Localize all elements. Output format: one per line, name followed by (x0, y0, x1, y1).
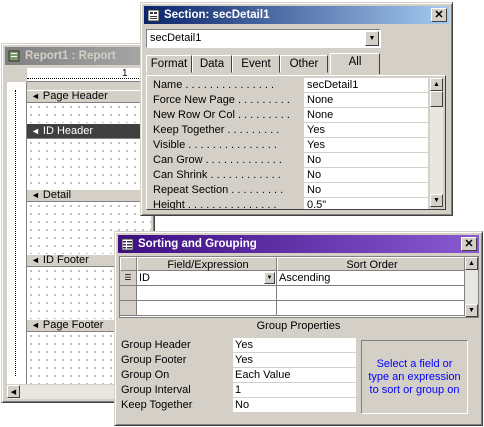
property-rows: Name . . . . . . . . . . . . . . . secDet… (150, 78, 428, 209)
property-value[interactable]: secDetail1 (303, 78, 428, 92)
field-expression-cell[interactable] (137, 286, 277, 301)
sort-group-grid: Field/Expression Sort Order ☰ ID ▼ Ascen… (119, 256, 479, 318)
property-value[interactable]: Yes (303, 123, 428, 137)
report-icon (7, 49, 21, 63)
object-select-dropdown[interactable]: ▼ (365, 31, 379, 46)
object-select-value: secDetail1 (150, 32, 202, 44)
group-prop-value[interactable]: Yes (233, 338, 356, 353)
sort-order-cell[interactable] (277, 286, 465, 301)
object-select[interactable]: secDetail1 ▼ (146, 29, 381, 48)
column-sort-order[interactable]: Sort Order (277, 257, 465, 271)
property-value[interactable]: No (303, 183, 428, 197)
property-row-force-new-page[interactable]: Force New Page . . . . . . . . . None (150, 93, 428, 108)
group-prop-value[interactable]: Each Value (233, 368, 356, 383)
row-selector[interactable] (120, 301, 137, 316)
section-page-header[interactable]: ◄ Page Header (27, 90, 151, 103)
property-row-new-row-or-col[interactable]: New Row Or Col . . . . . . . . . None (150, 108, 428, 123)
property-value[interactable]: No (303, 153, 428, 167)
sort-order-cell[interactable] (277, 301, 465, 316)
close-button[interactable]: ✕ (431, 8, 447, 22)
property-tabs: Format Data Event Other All (146, 53, 446, 75)
section-arrow-icon: ◄ (31, 91, 40, 101)
property-value[interactable]: 0.5" (303, 198, 428, 209)
property-row-height[interactable]: Height . . . . . . . . . . . . . . . 0.5" (150, 198, 428, 209)
section-arrow-icon: ◄ (31, 125, 40, 136)
id-header-area[interactable] (27, 139, 151, 189)
chevron-down-icon: ▼ (266, 275, 273, 281)
property-row-can-grow[interactable]: Can Grow . . . . . . . . . . . . . No (150, 153, 428, 168)
property-value[interactable]: No (303, 168, 428, 182)
report-titlebar[interactable]: Report1 : Report (5, 47, 151, 65)
report-title: Report1 : Report (25, 50, 116, 62)
properties-icon (146, 8, 160, 22)
group-prop-value[interactable]: No (233, 398, 356, 413)
scroll-left-button[interactable]: ◀ (7, 385, 20, 398)
tab-other[interactable]: Other (280, 55, 328, 73)
sorting-grouping-titlebar[interactable]: Sorting and Grouping ✕ (118, 235, 479, 253)
group-prop-value[interactable]: Yes (233, 353, 356, 368)
property-value[interactable]: None (303, 108, 428, 122)
property-row-can-shrink[interactable]: Can Shrink . . . . . . . . . . . . No (150, 168, 428, 183)
close-button[interactable]: ✕ (461, 237, 477, 251)
scroll-down-button[interactable]: ▼ (430, 194, 443, 207)
close-icon: ✕ (434, 8, 444, 21)
property-sheet-window: Section: secDetail1 ✕ secDetail1 ▼ Forma… (140, 2, 453, 216)
ruler-corner (7, 68, 27, 82)
tab-data[interactable]: Data (192, 55, 232, 73)
row-selector[interactable]: ☰ (120, 271, 137, 286)
close-icon: ✕ (464, 237, 474, 250)
group-prop-row[interactable]: Group Header Yes (121, 338, 356, 353)
group-prop-row[interactable]: Group Footer Yes (121, 353, 356, 368)
grid-scrollbar[interactable]: ▲ ▼ (465, 257, 478, 317)
sorting-grouping-icon (120, 237, 134, 251)
group-prop-value[interactable]: 1 (233, 383, 356, 398)
group-prop-row[interactable]: Group On Each Value (121, 368, 356, 383)
property-sheet-title: Section: secDetail1 (164, 9, 270, 21)
property-row-name[interactable]: Name . . . . . . . . . . . . . . . secDet… (150, 78, 428, 93)
group-prop-row[interactable]: Group Interval 1 (121, 383, 356, 398)
field-expression-cell[interactable]: ID ▼ (137, 271, 277, 286)
property-scrollbar[interactable]: ▲ ▼ (430, 78, 443, 207)
tab-format[interactable]: Format (146, 55, 192, 73)
sorting-grouping-title: Sorting and Grouping (138, 238, 257, 250)
group-icon: ☰ (124, 273, 132, 282)
column-field-expression[interactable]: Field/Expression (137, 257, 277, 271)
section-arrow-icon: ◄ (31, 320, 40, 330)
scroll-thumb[interactable] (430, 91, 443, 107)
property-sheet-titlebar[interactable]: Section: secDetail1 ✕ (144, 6, 449, 24)
group-properties-label: Group Properties (256, 320, 341, 332)
section-id-header[interactable]: ◄ ID Header (27, 123, 151, 139)
scroll-up-button[interactable]: ▲ (430, 78, 443, 91)
group-prop-row[interactable]: Keep Together No (121, 398, 356, 413)
sort-order-cell[interactable]: Ascending (277, 271, 465, 286)
property-row-visible[interactable]: Visible . . . . . . . . . . . . . . . Yes (150, 138, 428, 153)
tab-all[interactable]: All (330, 53, 380, 74)
property-row-repeat-section[interactable]: Repeat Section . . . . . . . . . No (150, 183, 428, 198)
tab-event[interactable]: Event (232, 55, 280, 73)
field-expression-cell[interactable] (137, 301, 277, 316)
hint-text: Select a field or type an expression to … (368, 357, 461, 396)
section-detail[interactable]: ◄ Detail (27, 189, 151, 202)
vertical-ruler (7, 82, 27, 384)
page-header-area[interactable] (27, 103, 151, 123)
property-value[interactable]: None (303, 93, 428, 107)
scroll-down-button[interactable]: ▼ (465, 304, 478, 317)
group-properties-panel: Group Header Yes Group Footer Yes Group On… (121, 338, 356, 418)
row-selector[interactable] (120, 286, 137, 301)
chevron-down-icon: ▼ (368, 35, 376, 42)
property-list: Name . . . . . . . . . . . . . . . secDet… (146, 75, 446, 210)
field-dropdown-button[interactable]: ▼ (264, 272, 275, 284)
hint-box: Select a field or type an expression to … (361, 340, 468, 414)
horizontal-ruler: 1 (27, 68, 151, 82)
property-row-keep-together[interactable]: Keep Together . . . . . . . . . Yes (150, 123, 428, 138)
sorting-grouping-window: Sorting and Grouping ✕ Field/Expression … (114, 231, 483, 426)
section-arrow-icon: ◄ (31, 190, 40, 200)
row-selector-header (120, 257, 137, 271)
scroll-up-button[interactable]: ▲ (465, 257, 478, 270)
section-arrow-icon: ◄ (31, 255, 40, 265)
property-value[interactable]: Yes (303, 138, 428, 152)
